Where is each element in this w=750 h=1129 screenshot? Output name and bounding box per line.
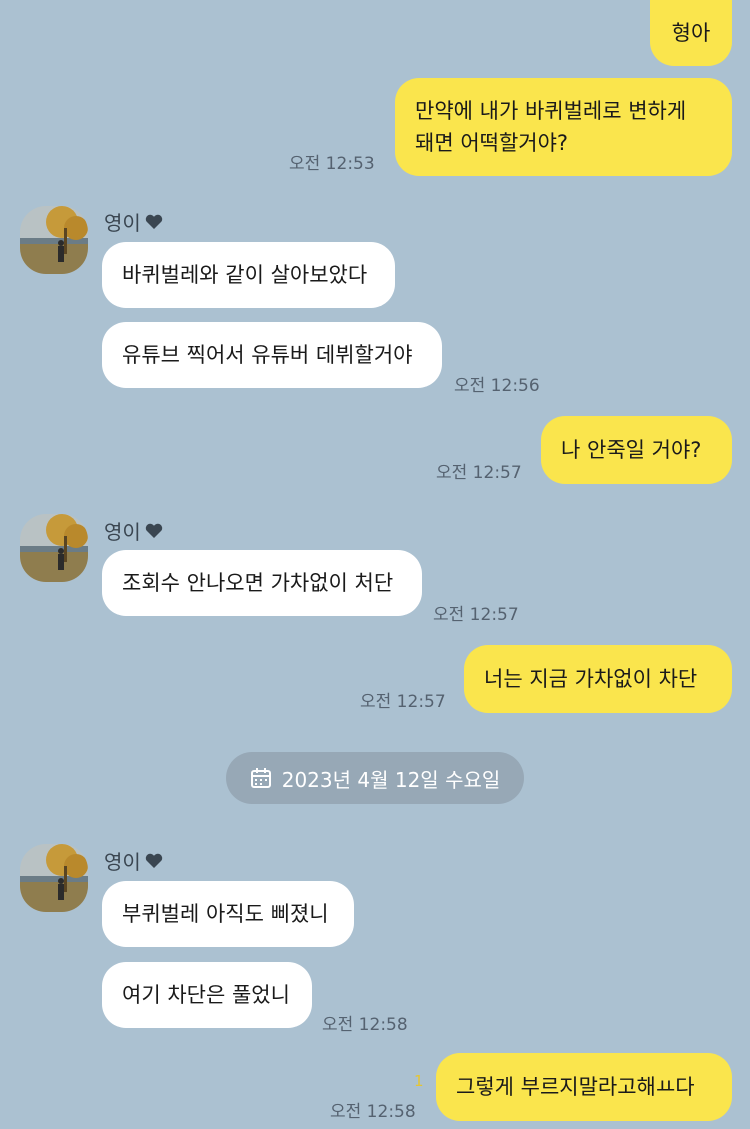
unread-count: 1 bbox=[414, 1072, 424, 1090]
chat-bubble-received[interactable]: 조회수 안나오면 가차없이 처단 bbox=[102, 550, 422, 616]
chat-bubble-sent[interactable]: 형아 bbox=[650, 0, 732, 66]
heart-icon bbox=[145, 214, 162, 229]
date-divider: 2023년 4월 12일 수요일 bbox=[226, 752, 524, 804]
message-time: 오전 12:58 bbox=[330, 1102, 416, 1122]
message-text: 너는 지금 가차없이 차단 bbox=[484, 667, 698, 691]
calendar-icon bbox=[250, 768, 271, 788]
message-text: 여기 차단은 풀었니 bbox=[122, 983, 290, 1007]
message-text: 유튜브 찍어서 유튜버 데뷔할거야 bbox=[122, 343, 413, 367]
message-time: 오전 12:58 bbox=[322, 1015, 408, 1035]
message-text: 형아 bbox=[671, 21, 711, 45]
message-text: 바퀴벌레와 같이 살아보았다 bbox=[122, 263, 368, 287]
message-text: 조회수 안나오면 가차없이 처단 bbox=[122, 571, 394, 595]
chat-bubble-sent[interactable]: 만약에 내가 바퀴벌레로 변하게 돼면 어떡할거야? bbox=[395, 78, 732, 176]
chat-bubble-received[interactable]: 여기 차단은 풀었니 bbox=[102, 962, 312, 1028]
date-text: 2023년 4월 12일 수요일 bbox=[281, 767, 501, 792]
message-time: 오전 12:53 bbox=[289, 154, 375, 174]
message-text-line: 만약에 내가 바퀴벌레로 변하게 bbox=[415, 99, 687, 123]
chat-bubble-received[interactable]: 바퀴벌레와 같이 살아보았다 bbox=[102, 242, 395, 308]
message-time: 오전 12:57 bbox=[360, 692, 446, 712]
chat-bubble-received[interactable]: 유튜브 찍어서 유튜버 데뷔할거야 bbox=[102, 322, 442, 388]
message-text: 나 안죽일 거야? bbox=[561, 438, 702, 462]
contact-name: 영이 bbox=[104, 516, 163, 545]
chat-bubble-sent[interactable]: 나 안죽일 거야? bbox=[541, 416, 732, 484]
message-time: 오전 12:57 bbox=[433, 605, 519, 625]
message-time: 오전 12:57 bbox=[436, 463, 522, 483]
message-text: 그렇게 부르지말라고해ㅛ다 bbox=[456, 1075, 695, 1099]
contact-name: 영이 bbox=[104, 846, 163, 875]
chat-bubble-received[interactable]: 부퀴벌레 아직도 삐졌니 bbox=[102, 881, 354, 947]
contact-name: 영이 bbox=[104, 207, 163, 236]
heart-icon bbox=[145, 853, 162, 868]
contact-avatar[interactable] bbox=[20, 514, 88, 582]
contact-avatar[interactable] bbox=[20, 206, 88, 274]
chat-bubble-sent[interactable]: 그렇게 부르지말라고해ㅛ다 bbox=[436, 1053, 732, 1121]
message-time: 오전 12:56 bbox=[454, 376, 540, 396]
message-text-line: 돼면 어떡할거야? bbox=[415, 131, 569, 155]
chat-bubble-sent[interactable]: 너는 지금 가차없이 차단 bbox=[464, 645, 732, 713]
heart-icon bbox=[145, 523, 162, 538]
message-text: 부퀴벌레 아직도 삐졌니 bbox=[122, 902, 329, 926]
contact-avatar[interactable] bbox=[20, 844, 88, 912]
